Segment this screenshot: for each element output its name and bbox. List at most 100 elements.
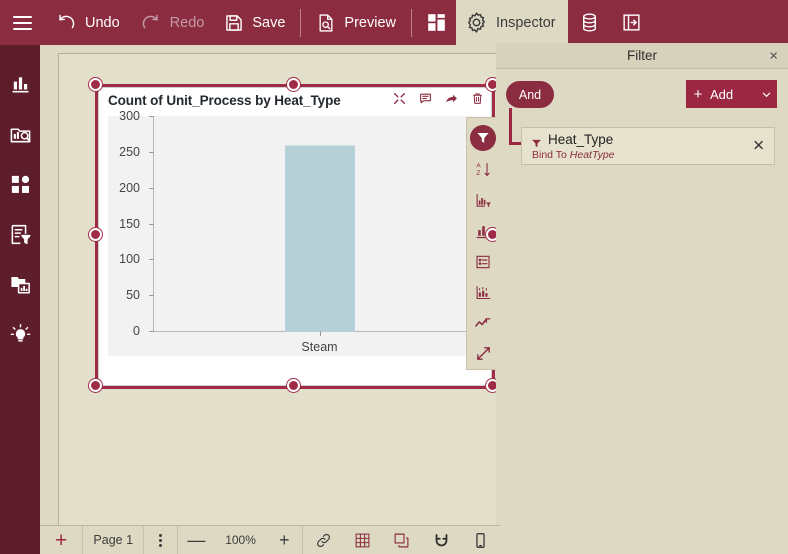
filter-panel-header: Filter × [496,43,788,69]
side-panel-button[interactable] [611,0,652,45]
remove-filter-icon[interactable]: ✕ [752,139,765,154]
layout-button[interactable] [417,0,456,45]
bind-prefix: Bind To [532,149,567,161]
statistics-icon[interactable] [467,277,499,308]
chart-widget[interactable]: Count of Unit_Process by Heat_Type 0 50 10… [89,78,500,392]
magnet-icon [433,532,450,549]
tab-inspector[interactable]: Inspector [455,0,568,45]
redo-label: Redo [169,14,205,31]
comment-icon[interactable] [415,88,436,109]
preview-icon [316,13,336,33]
mobile-button[interactable] [461,526,500,554]
redo-button[interactable]: Redo [130,0,215,45]
resize-handle-top-left[interactable] [89,78,102,91]
y-axis-tick-label: 250 [119,144,140,159]
gear-icon [465,11,488,34]
hamburger-icon [13,15,32,30]
trend-line-icon[interactable] [467,308,499,339]
bar-steam[interactable] [284,144,355,332]
redo-icon [140,12,162,34]
share-icon[interactable] [441,88,462,109]
y-axis-tick-label: 200 [119,180,140,195]
chart-filter-icon[interactable] [467,185,499,216]
y-axis-tick-label: 0 [133,324,140,338]
layout-grid-icon [426,12,447,33]
x-tick-mark [319,331,321,336]
side-panel-icon [621,12,642,33]
undo-label: Undo [85,14,120,31]
main-menu-button[interactable] [0,0,45,45]
link-icon [315,532,332,549]
sidebar-item-filters[interactable] [0,209,40,259]
sidebar-item-insights[interactable] [0,309,40,359]
delete-icon[interactable] [467,88,488,109]
chart-title: Count of Unit_Process by Heat_Type [108,93,341,108]
filter-panel-body: And + Add Heat_Type Bind To HeatType ✕ [496,69,788,165]
mobile-icon [472,532,489,549]
top-toolbar: Undo Redo Save Preview Inspector [0,0,788,45]
sidebar-item-components[interactable] [0,159,40,209]
grid-icon [354,532,371,549]
layers-icon [393,532,410,549]
resize-handle-top-center[interactable] [287,78,300,91]
resize-handle-bottom-center[interactable] [287,379,300,392]
x-axis-label-steam: Steam [301,340,338,354]
add-page-button[interactable]: + [40,525,84,554]
save-button[interactable]: Save [214,0,295,45]
preview-button[interactable]: Preview [306,0,406,45]
add-filter-button[interactable]: + Add [686,80,777,108]
grid-button[interactable] [343,526,382,554]
save-icon [224,13,244,33]
y-axis-tick-mark [149,223,154,225]
chevron-down-icon[interactable] [755,89,777,100]
filter-card-binding: Bind To HeatType [532,149,615,161]
filter-card-name: Heat_Type [548,132,614,147]
data-button[interactable] [568,0,611,45]
y-axis-tick-mark [149,116,154,117]
y-axis-tick-mark [149,187,154,189]
status-bar: + Page 1 — 100% + [40,525,500,554]
application-window: Undo Redo Save Preview Inspector Count o… [0,0,788,554]
filter-panel-title: Filter [627,48,657,63]
y-axis-tick-mark [149,331,154,332]
add-filter-label: Add [710,86,734,102]
page-tab-1[interactable]: Page 1 [83,525,145,554]
resize-handle-middle-left[interactable] [89,228,102,241]
zoom-in-button[interactable]: + [266,525,304,554]
y-axis-tick-mark [149,259,154,261]
link-button[interactable] [303,526,342,554]
undo-button[interactable]: Undo [45,0,130,45]
y-axis-labels: 0 50 100 150 200 250 300 [108,109,148,338]
sidebar-item-datasets[interactable] [0,259,40,309]
page-options-button[interactable] [144,525,178,554]
zoom-level[interactable]: 100% [215,526,266,554]
zoom-out-button[interactable]: — [178,526,215,554]
resize-icon[interactable] [467,338,499,369]
y-axis-tick-mark [149,295,154,297]
resize-handle-bottom-left[interactable] [89,379,102,392]
left-sidebar [0,45,40,554]
chart-tool-strip: A Z [466,117,500,370]
y-axis-tick-mark [149,151,154,153]
report-canvas[interactable]: Count of Unit_Process by Heat_Type 0 50 10… [58,53,521,548]
filter-icon[interactable] [470,125,496,151]
sidebar-item-explore[interactable] [0,109,40,159]
close-icon[interactable]: × [769,48,778,63]
layers-button[interactable] [382,526,421,554]
chart-container: Count of Unit_Process by Heat_Type 0 50 10… [98,87,492,386]
expand-icon[interactable] [389,88,410,109]
y-axis-tick-label: 300 [119,109,140,123]
toolbar-divider-1 [300,8,302,37]
snap-button[interactable] [421,526,460,554]
save-label: Save [252,14,286,31]
filter-card-heat-type[interactable]: Heat_Type Bind To HeatType ✕ [521,127,775,165]
bind-value: HeatType [569,149,615,161]
table-icon[interactable] [467,247,499,278]
widget-action-icons [389,88,488,109]
database-icon [579,12,600,33]
filter-operator-chip[interactable]: And [506,81,554,108]
sidebar-item-charts[interactable] [0,59,40,109]
sort-az-icon[interactable]: A Z [467,155,499,186]
kebab-icon [158,533,162,547]
toolbar-divider-2 [410,8,412,37]
